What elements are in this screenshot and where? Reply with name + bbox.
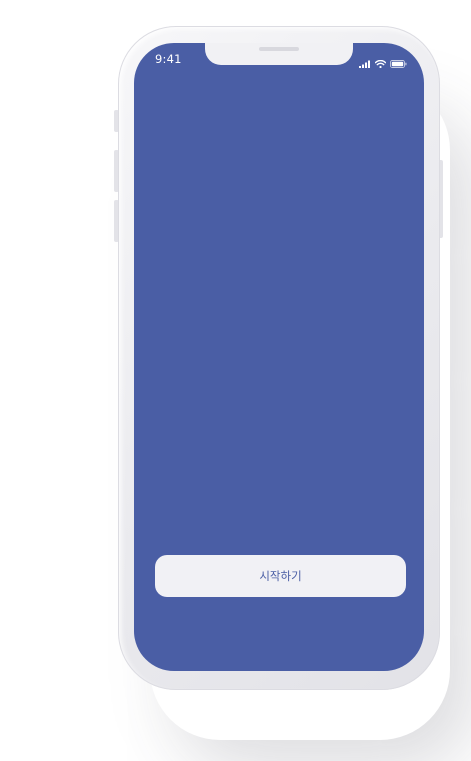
status-icons	[359, 53, 407, 72]
cellular-signal-icon	[359, 53, 371, 72]
earpiece-speaker	[259, 47, 299, 51]
phone-screen: 9:41 시작하기	[134, 43, 424, 671]
start-button[interactable]: 시작하기	[155, 555, 406, 597]
battery-icon	[390, 53, 407, 72]
status-time: 9:41	[155, 52, 182, 66]
wifi-icon	[374, 53, 387, 72]
